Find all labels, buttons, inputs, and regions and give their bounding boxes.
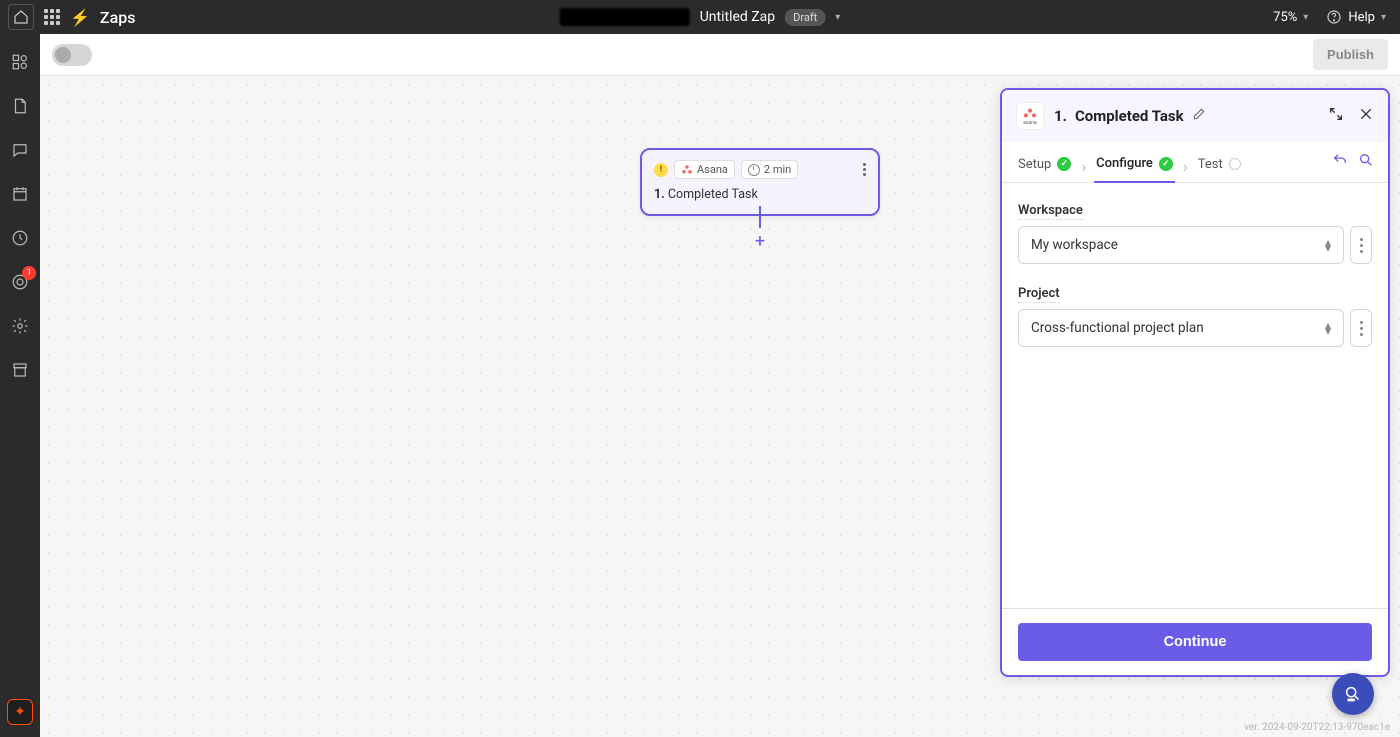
workspace-label: Workspace	[1018, 203, 1083, 220]
help-label: Help	[1348, 10, 1375, 25]
panel-body: Workspace My workspace ▴▾ Project Cross-…	[1002, 183, 1388, 608]
tab-setup[interactable]: Setup ✓	[1016, 151, 1073, 182]
publish-button[interactable]: Publish	[1313, 39, 1388, 70]
continue-button[interactable]: Continue	[1018, 623, 1372, 661]
search-icon[interactable]	[1358, 152, 1374, 172]
tab-configure[interactable]: Configure ✓	[1094, 150, 1175, 183]
sidebar-ai-button[interactable]: ✦	[7, 699, 33, 725]
panel-header-actions	[1328, 106, 1374, 126]
config-panel: asana 1. Completed Task Setup ✓ › Config…	[1000, 88, 1390, 677]
workspace-select-value: My workspace	[1031, 237, 1118, 253]
help-caret-icon: ▾	[1381, 12, 1386, 23]
sidebar-icon-calendar[interactable]	[10, 184, 30, 204]
add-step-button[interactable]: +	[751, 232, 769, 250]
undo-icon[interactable]	[1332, 152, 1348, 172]
chevron-right-icon: ›	[1081, 157, 1086, 176]
tab-setup-label: Setup	[1018, 157, 1051, 172]
topbar-left: ⚡ Zaps	[0, 4, 135, 30]
sidebar-icon-file[interactable]	[10, 96, 30, 116]
project-label: Project	[1018, 286, 1060, 303]
time-chip: 2 min	[741, 160, 798, 179]
panel-header: asana 1. Completed Task	[1002, 90, 1388, 142]
tabs-right-actions	[1332, 152, 1374, 180]
editor-canvas[interactable]: ! Asana 2 min 1. Completed Task + asana	[40, 76, 1400, 737]
top-bar: ⚡ Zaps Untitled Zap Draft ▾ 75% ▾ Help ▾	[0, 0, 1400, 34]
panel-title-number: 1.	[1054, 107, 1067, 125]
clock-icon	[748, 164, 760, 176]
node-title: 1. Completed Task	[654, 187, 866, 202]
document-title[interactable]: Untitled Zap	[700, 9, 775, 25]
sidebar-badge-count: 1	[22, 266, 36, 280]
left-sidebar: 1 ✦	[0, 34, 40, 737]
node-step-title: Completed Task	[668, 187, 758, 202]
select-caret-icon: ▴▾	[1325, 239, 1331, 251]
title-caret-icon[interactable]: ▾	[835, 12, 840, 23]
tab-test-label: Test	[1198, 157, 1223, 172]
empty-status-icon	[1229, 158, 1241, 170]
zoom-value: 75%	[1273, 10, 1297, 25]
node-header: ! Asana 2 min	[654, 160, 866, 179]
zoom-caret-icon: ▾	[1303, 12, 1308, 23]
sidebar-icon-archive[interactable]	[10, 360, 30, 380]
panel-app-logo-text: asana	[1023, 120, 1037, 126]
warning-icon: !	[654, 163, 668, 177]
node-menu-button[interactable]	[863, 163, 866, 176]
sparkle-icon: ✦	[14, 704, 26, 720]
sidebar-icon-activity[interactable]	[10, 228, 30, 248]
node-step-number: 1.	[654, 187, 665, 202]
field-project: Project Cross-functional project plan ▴▾	[1018, 282, 1372, 347]
help-chat-fab[interactable]	[1332, 673, 1374, 715]
panel-tabs: Setup ✓ › Configure ✓ › Test	[1002, 142, 1388, 183]
app-chip-label: Asana	[697, 163, 728, 176]
sidebar-icon-chat[interactable]	[10, 140, 30, 160]
tab-test[interactable]: Test	[1196, 151, 1243, 182]
sidebar-icon-settings[interactable]	[10, 316, 30, 336]
enable-toggle[interactable]	[52, 44, 92, 66]
check-icon: ✓	[1159, 157, 1173, 171]
topbar-center: Untitled Zap Draft ▾	[560, 8, 841, 26]
redacted-block	[560, 8, 690, 26]
topbar-right: 75% ▾ Help ▾	[1273, 9, 1400, 25]
panel-app-logo: asana	[1016, 102, 1044, 130]
project-kebab-button[interactable]	[1350, 309, 1372, 347]
panel-title: 1. Completed Task	[1054, 107, 1206, 125]
panel-title-text: Completed Task	[1075, 107, 1184, 125]
version-text: ver. 2024-09-20T22:13-970eac1e	[1244, 722, 1390, 733]
app-chip: Asana	[674, 160, 735, 179]
sidebar-icon-target[interactable]: 1	[10, 272, 30, 292]
time-chip-label: 2 min	[764, 163, 791, 176]
bolt-icon: ⚡	[70, 8, 90, 27]
workspace-select[interactable]: My workspace ▴▾	[1018, 226, 1344, 264]
status-badge: Draft	[785, 9, 825, 26]
workspace-kebab-button[interactable]	[1350, 226, 1372, 264]
panel-footer: Continue	[1002, 608, 1388, 675]
check-icon: ✓	[1057, 157, 1071, 171]
app-title: Zaps	[100, 8, 136, 27]
field-workspace: Workspace My workspace ▴▾	[1018, 199, 1372, 264]
edit-title-icon[interactable]	[1192, 107, 1206, 125]
expand-icon[interactable]	[1328, 106, 1344, 126]
tab-configure-label: Configure	[1096, 156, 1153, 171]
chevron-right-icon: ›	[1183, 157, 1188, 176]
close-icon[interactable]	[1358, 106, 1374, 126]
help-button[interactable]: Help ▾	[1326, 9, 1386, 25]
select-caret-icon: ▴▾	[1325, 322, 1331, 334]
project-select[interactable]: Cross-functional project plan ▴▾	[1018, 309, 1344, 347]
home-button[interactable]	[8, 4, 34, 30]
zoom-control[interactable]: 75% ▾	[1273, 10, 1308, 25]
editor-toolbar: Publish	[40, 34, 1400, 76]
sidebar-icon-shapes[interactable]	[10, 52, 30, 72]
project-select-value: Cross-functional project plan	[1031, 320, 1204, 336]
apps-grid-icon[interactable]	[44, 9, 60, 25]
asana-icon	[681, 164, 693, 176]
node-connector-line	[759, 206, 761, 228]
